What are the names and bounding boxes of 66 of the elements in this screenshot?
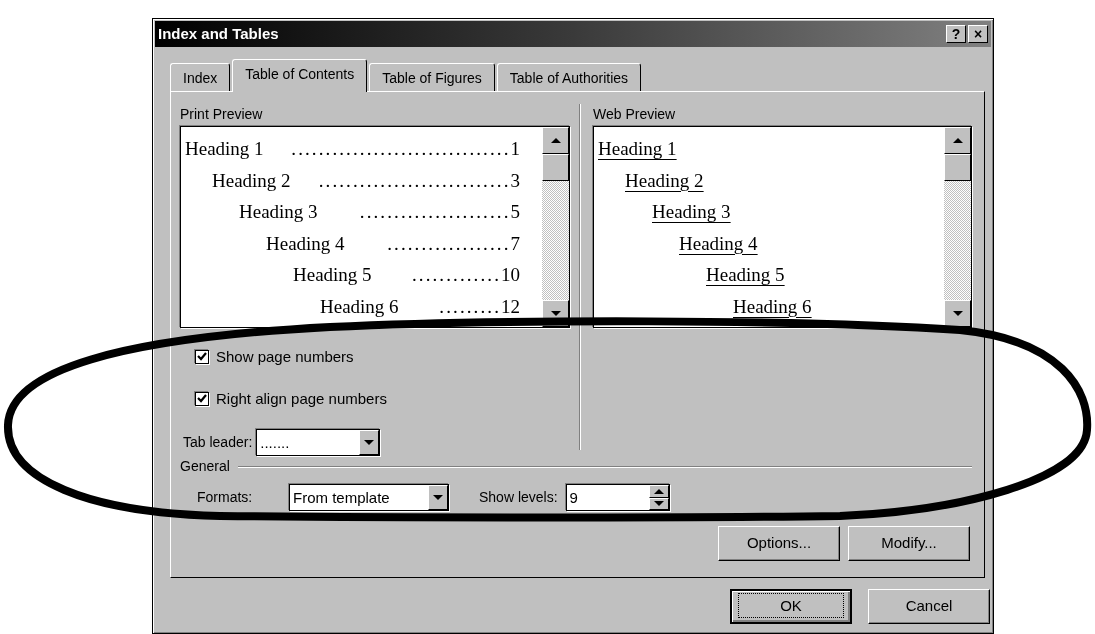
field-label: Tab leader: — [183, 433, 253, 452]
tab[interactable]: Table of Authorities — [496, 63, 642, 91]
checkbox[interactable] — [195, 350, 209, 365]
dot-leader: ...................... — [359, 200, 511, 224]
down-arrow-icon — [550, 311, 561, 316]
scroll-up-button[interactable] — [542, 127, 569, 154]
checkbox-label: Show page numbers — [216, 347, 354, 367]
page-number: 10 — [501, 263, 520, 287]
dot-leader: .................. — [387, 231, 511, 256]
page-number: 1 — [510, 137, 520, 161]
heading-text: Heading 6 — [320, 294, 399, 319]
heading-text: Heading 4 — [266, 231, 345, 256]
scroll-down-button[interactable] — [944, 300, 971, 327]
dropdown[interactable]: ....... — [256, 429, 381, 456]
help-button[interactable]: ? — [946, 25, 966, 43]
up-arrow-icon — [952, 138, 963, 143]
page-number: 12 — [501, 294, 520, 319]
down-arrow-icon — [364, 440, 375, 445]
heading-text: Heading 5 — [293, 263, 372, 287]
tab[interactable]: Table of Contents — [232, 59, 368, 92]
heading-link[interactable]: Heading 5 — [706, 259, 785, 291]
scroll-thumb[interactable] — [542, 154, 569, 181]
up-arrow-icon — [550, 138, 561, 143]
tab[interactable]: Index — [170, 63, 231, 91]
preview-label: Web Preview — [593, 105, 677, 124]
page-number: 5 — [510, 200, 520, 224]
page-number: 7 — [510, 231, 520, 256]
scrollbar[interactable] — [542, 127, 569, 327]
spin-field[interactable]: 9 — [565, 484, 670, 511]
up-arrow-icon — [653, 488, 664, 494]
heading-text: Heading 3 — [239, 200, 318, 224]
default-button[interactable]: OK — [730, 589, 852, 624]
checkbox[interactable] — [195, 391, 209, 406]
tab[interactable]: Table of Figures — [369, 63, 495, 91]
heading-text: Heading 2 — [212, 168, 291, 193]
down-arrow-icon — [653, 501, 664, 507]
down-arrow-icon — [433, 495, 443, 500]
scrollbar[interactable] — [944, 127, 971, 327]
dot-leader: ................................ — [291, 137, 511, 161]
heading-link[interactable]: Heading 1 — [598, 133, 677, 165]
dialog-button[interactable]: Options... — [718, 526, 840, 561]
heading-link[interactable]: Heading 3 — [652, 196, 731, 228]
dot-leader: ............................ — [318, 168, 511, 193]
page-number: 3 — [510, 168, 520, 193]
dialog-button[interactable]: Cancel — [868, 589, 990, 624]
heading-link[interactable]: Heading 6 — [733, 290, 812, 322]
group-label: General — [180, 457, 230, 476]
checkbox-label: Right align page numbers — [216, 388, 387, 409]
spin-up-button[interactable] — [648, 485, 669, 498]
scroll-thumb[interactable] — [944, 154, 971, 181]
field-label: Formats: — [197, 488, 254, 507]
close-button[interactable]: × — [968, 25, 988, 43]
window-title: Index and Tables — [158, 23, 280, 44]
heading-text: Heading 1 — [185, 137, 264, 161]
preview-label: Print Preview — [180, 105, 264, 124]
dialog-button[interactable]: Modify... — [848, 526, 970, 561]
scroll-up-button[interactable] — [944, 127, 971, 154]
dot-leader: ............. — [411, 263, 501, 287]
heading-link[interactable]: Heading 2 — [625, 164, 704, 196]
dropdown[interactable]: From template — [289, 484, 449, 511]
field-label: Show levels: — [479, 488, 558, 507]
down-arrow-icon — [952, 311, 963, 316]
dropdown-button[interactable] — [359, 430, 380, 455]
dot-leader: ......... — [439, 294, 501, 319]
dropdown-button[interactable] — [428, 485, 448, 510]
heading-link[interactable]: Heading 4 — [679, 227, 758, 259]
